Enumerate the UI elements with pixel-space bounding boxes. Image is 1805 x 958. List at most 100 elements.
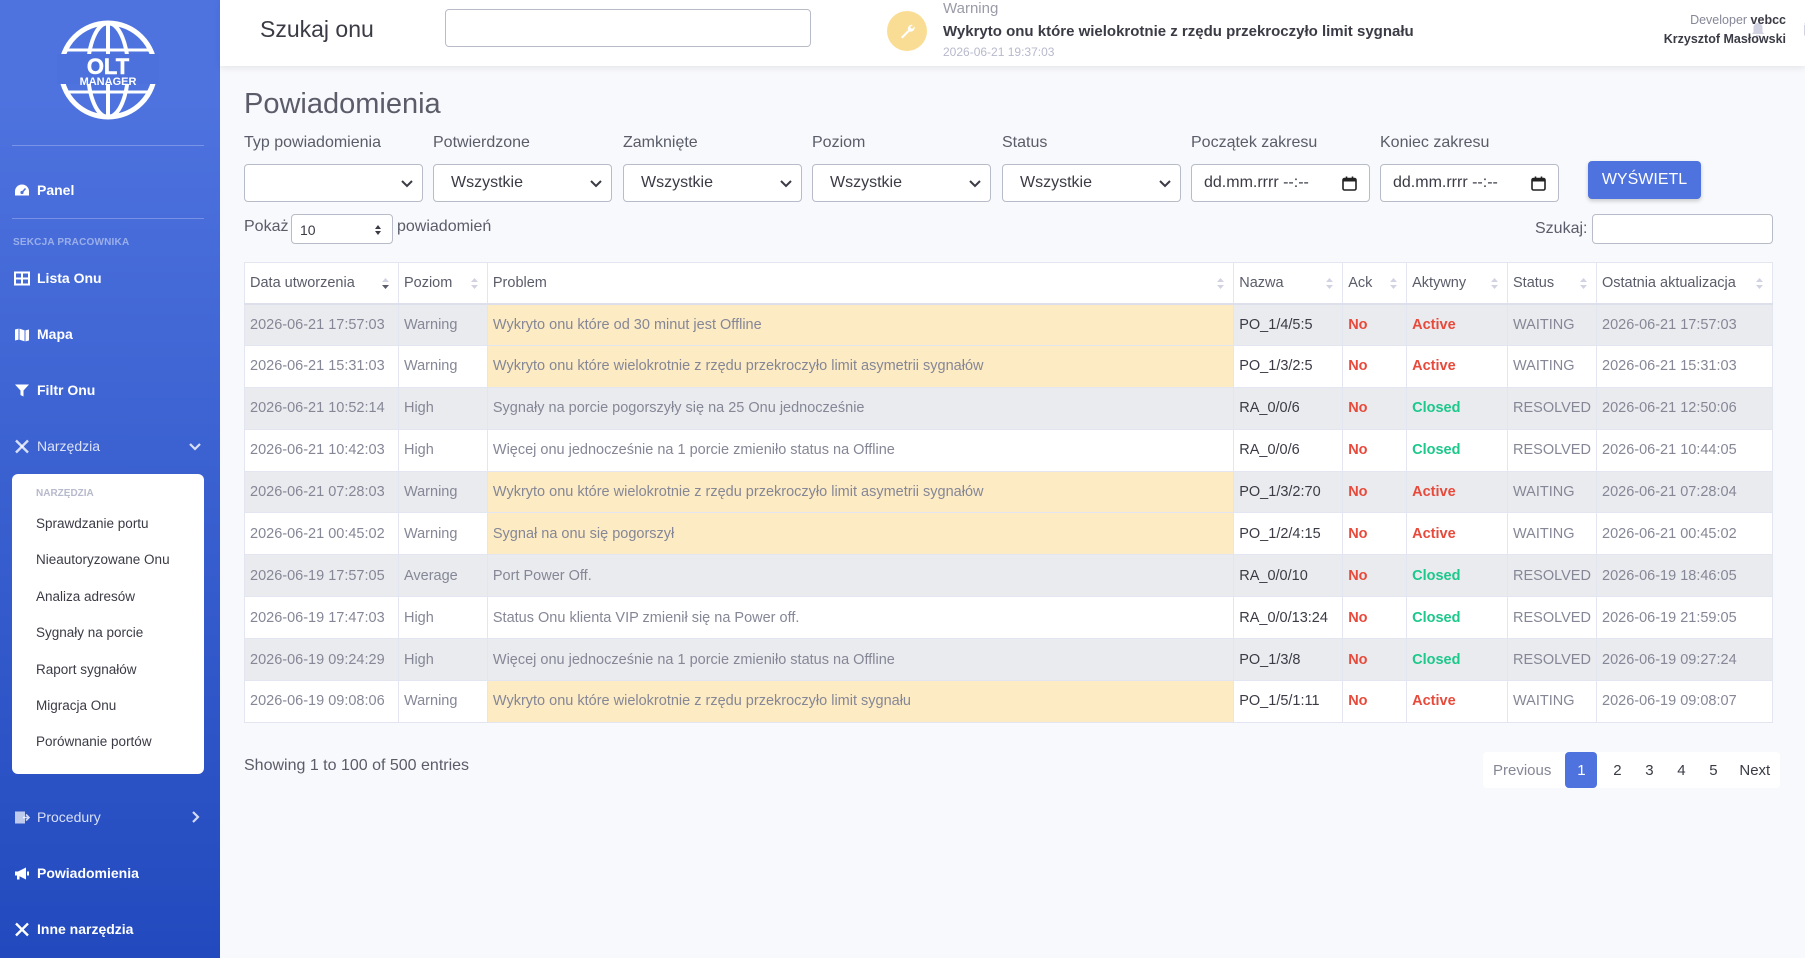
cell-last-update: 2026-06-19 18:46:05 [1596, 554, 1773, 598]
table-row[interactable]: 2026-06-19 09:08:06 Warning Wykryto onu kt… [244, 680, 1773, 723]
end-datetime-input[interactable]: dd.mm.rrrr --:-- [1380, 164, 1559, 202]
status-select[interactable]: Wszystkie [1002, 164, 1181, 202]
cell-name: RA_0/0/13:24 [1233, 596, 1344, 640]
pagination-next[interactable]: Next [1729, 752, 1780, 788]
cell-status: WAITING [1507, 303, 1597, 346]
start-datetime-input[interactable]: dd.mm.rrrr --:-- [1191, 164, 1370, 202]
show-button[interactable]: WYŚWIETL [1588, 161, 1701, 199]
cell-level: High [397, 596, 488, 640]
cell-name: PO_1/3/2:70 [1233, 470, 1344, 514]
cell-problem: Więcej onu jednocześnie na 1 porcie zmie… [486, 638, 1235, 682]
chevron-down-icon [1159, 180, 1171, 188]
cell-problem: Wykryto onu które wielokrotnie z rzędu p… [486, 680, 1235, 723]
submenu-item-raport-sygnalow[interactable]: Raport sygnałów [36, 660, 204, 696]
date-placeholder: dd.mm.rrrr --:-- [1393, 174, 1498, 191]
alert-message[interactable]: Wykryto onu które wielokrotnie z rzędu p… [943, 23, 1414, 40]
calendar-icon[interactable] [1531, 176, 1546, 191]
column-header-problem[interactable]: Problem [486, 262, 1235, 305]
table-row[interactable]: 2026-06-19 09:24:29 High Więcej onu jednoc… [244, 638, 1773, 682]
column-header-label: Nazwa [1239, 274, 1284, 291]
procedure-icon [13, 809, 31, 825]
show-label: Pokaż [244, 218, 289, 235]
table-row[interactable]: 2026-06-21 07:28:03 Warning Wykryto onu kt… [244, 470, 1773, 514]
column-header-label: Data utworzenia [250, 274, 355, 291]
cell-created: 2026-06-21 07:28:03 [244, 470, 399, 514]
sidebar-item-label: Panel [37, 182, 75, 198]
level-select[interactable]: Wszystkie [812, 164, 991, 202]
cell-ack: No [1342, 512, 1408, 556]
date-placeholder: dd.mm.rrrr --:-- [1204, 174, 1309, 191]
cell-created: 2026-06-21 10:52:14 [244, 386, 399, 430]
tools-icon [13, 921, 31, 937]
table-row[interactable]: 2026-06-21 10:42:03 High Więcej onu jednoc… [244, 428, 1773, 472]
column-header-name[interactable]: Nazwa [1233, 262, 1344, 305]
cell-created: 2026-06-19 09:08:06 [244, 680, 399, 723]
sidebar-item-procedury[interactable]: Procedury [0, 797, 220, 837]
sort-icon [1326, 278, 1334, 289]
sidebar-item-mapa[interactable]: Mapa [0, 314, 220, 354]
onu-search-input[interactable] [445, 9, 811, 47]
sidebar-item-label: Powiadomienia [37, 865, 139, 881]
sidebar-divider [12, 218, 204, 219]
column-header-last-update[interactable]: Ostatnia aktualizacja [1596, 262, 1773, 305]
column-header-level[interactable]: Poziom [397, 262, 488, 305]
user-role[interactable]: Developer vebcc [1690, 13, 1786, 27]
table-row[interactable]: 2026-06-19 17:57:05 Average Port Power Off… [244, 554, 1773, 598]
pagination-page-4[interactable]: 4 [1665, 752, 1697, 788]
table-search-input[interactable] [1592, 214, 1773, 244]
select-value: Wszystkie [451, 174, 523, 191]
chevron-down-icon [189, 443, 201, 451]
pagination-page-1[interactable]: 1 [1565, 752, 1598, 788]
cell-last-update: 2026-06-21 15:31:03 [1596, 344, 1773, 388]
sidebar-item-powiadomienia[interactable]: Powiadomienia [0, 853, 220, 893]
cell-last-update: 2026-06-19 09:27:24 [1596, 638, 1773, 682]
cell-active: Active [1406, 470, 1509, 514]
user-login: vebcc [1750, 13, 1786, 27]
calendar-icon[interactable] [1342, 176, 1357, 191]
user-name[interactable]: Krzysztof Masłowski [1664, 32, 1786, 46]
sidebar-item-panel[interactable]: Panel [0, 170, 220, 210]
submenu-item-sprawdzanie-portu[interactable]: Sprawdzanie portu [36, 514, 204, 550]
table-row[interactable]: 2026-06-21 15:31:03 Warning Wykryto onu kt… [244, 344, 1773, 388]
type-select[interactable] [244, 164, 423, 202]
tools-submenu: NARZĘDZIA Sprawdzanie portu Nieautoryzow… [12, 474, 204, 774]
submenu-item-migracja-onu[interactable]: Migracja Onu [36, 696, 204, 732]
sidebar-item-inne-narzedzia[interactable]: Inne narzędzia [0, 909, 220, 949]
olt-manager-logo[interactable]: OLT MANAGER [57, 18, 159, 122]
tachometer-icon [13, 182, 31, 198]
cell-ack: No [1342, 680, 1408, 723]
column-header-label: Aktywny [1412, 274, 1467, 291]
cell-problem: Wykryto onu które od 30 minut jest Offli… [486, 303, 1235, 346]
column-header-active[interactable]: Aktywny [1406, 262, 1509, 305]
filter-label: Status [1002, 134, 1048, 151]
submenu-item-analiza-adresow[interactable]: Analiza adresów [36, 587, 204, 623]
submenu-item-porownanie-portow[interactable]: Porównanie portów [36, 732, 204, 768]
pagination-page-5[interactable]: 5 [1697, 752, 1729, 788]
page-length-select[interactable]: 10 [291, 214, 393, 244]
sort-updown-icon [375, 225, 381, 235]
column-header-ack[interactable]: Ack [1342, 262, 1408, 305]
table-row[interactable]: 2026-06-19 17:47:03 High Status Onu klient… [244, 596, 1773, 640]
closed-select[interactable]: Wszystkie [623, 164, 802, 202]
table-row[interactable]: 2026-06-21 17:57:03 Warning Wykryto onu kt… [244, 303, 1773, 346]
cell-ack: No [1342, 596, 1408, 640]
pagination-previous[interactable]: Previous [1483, 752, 1561, 788]
sidebar-divider [12, 145, 204, 146]
sort-icon [1491, 278, 1499, 289]
pagination-page-2[interactable]: 2 [1601, 752, 1633, 788]
submenu-item-sygnaly-na-porcie[interactable]: Sygnały na porcie [36, 623, 204, 659]
sidebar-item-narzedzia[interactable]: Narzędzia [0, 426, 220, 466]
submenu-item-nieautoryzowane-onu[interactable]: Nieautoryzowane Onu [36, 550, 204, 586]
table-row[interactable]: 2026-06-21 00:45:02 Warning Sygnał na onu … [244, 512, 1773, 556]
column-header-label: Status [1513, 274, 1555, 291]
submenu-heading: NARZĘDZIA [36, 488, 94, 499]
column-header-status[interactable]: Status [1507, 262, 1597, 305]
table-row[interactable]: 2026-06-21 10:52:14 High Sygnały na porcie… [244, 386, 1773, 430]
cell-status: RESOLVED [1507, 554, 1597, 598]
sidebar-item-lista-onu[interactable]: Lista Onu [0, 258, 220, 298]
sidebar-item-filtr-onu[interactable]: Filtr Onu [0, 370, 220, 410]
column-header-created[interactable]: Data utworzenia [244, 262, 399, 305]
confirmed-select[interactable]: Wszystkie [433, 164, 612, 202]
pagination-page-3[interactable]: 3 [1633, 752, 1665, 788]
filter-label: Zamknięte [623, 134, 698, 151]
